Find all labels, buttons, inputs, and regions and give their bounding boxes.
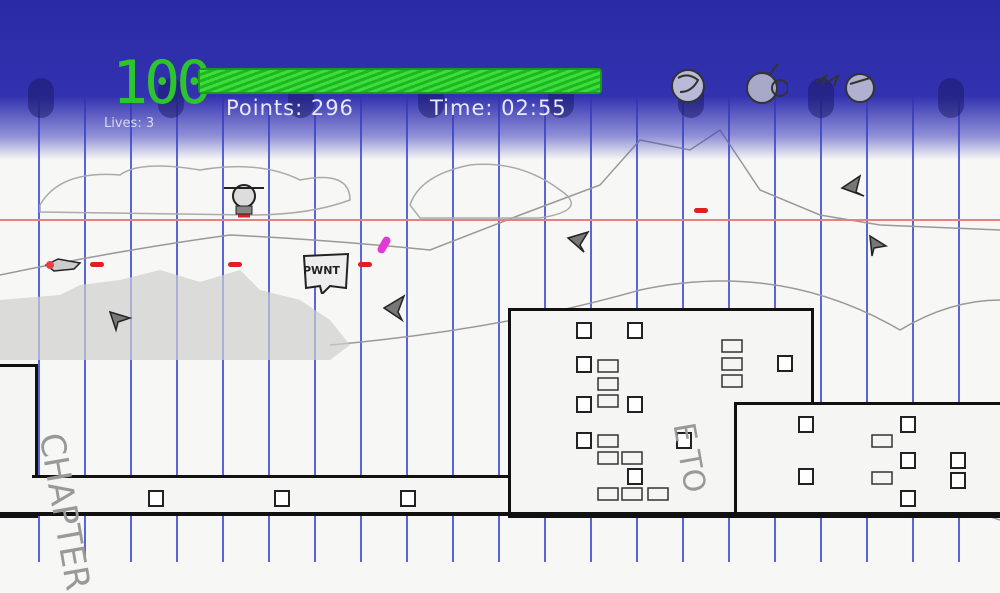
health-value: 100 [112, 48, 212, 118]
health-bar-fill [200, 70, 600, 92]
player-ship [44, 258, 82, 272]
health-bar [198, 68, 602, 94]
bomb-icon [746, 63, 788, 104]
bullet [694, 208, 708, 213]
bullet [228, 262, 242, 267]
speed-arrows-icon [815, 73, 875, 103]
time-display: Time: 02:55 [430, 96, 567, 120]
grenade-icon [671, 69, 705, 103]
lives-counter: Lives: 3 [104, 116, 155, 131]
hud-panel: 100 Lives: 3 Points: 296 Time: 02:55 [0, 0, 1000, 160]
enemy-ship [869, 234, 889, 257]
bullet [90, 262, 104, 267]
enemy-robot [224, 184, 264, 218]
bullet [358, 262, 372, 267]
enemy-ship [840, 174, 865, 197]
speech-bubble-text: PWNT [303, 264, 340, 277]
points-display: Points: 296 [226, 96, 354, 120]
enemy-ship [108, 310, 133, 333]
enemy-ship [566, 230, 590, 253]
enemy-ship [382, 294, 406, 323]
